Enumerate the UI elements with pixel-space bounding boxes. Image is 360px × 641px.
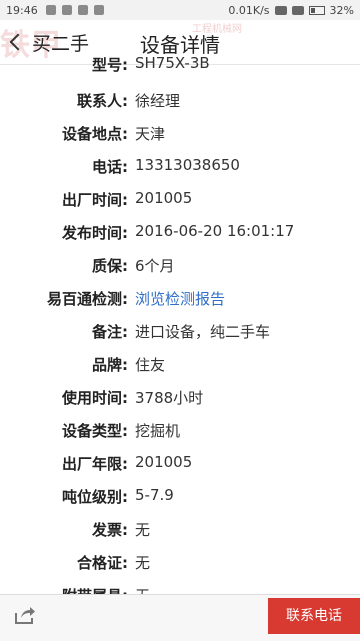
detail-label: 易百通检测:: [47, 290, 128, 308]
battery-percent: 32%: [329, 3, 354, 17]
detail-row: 质保: 6个月: [0, 249, 360, 282]
detail-row: 出厂时间: 201005: [0, 183, 360, 216]
detail-list: 型号: SH75X-3B 联系人: 徐经理 设备地点: 天津 电话: 13313…: [0, 54, 360, 612]
notification-icons: [45, 5, 104, 15]
detail-row: 型号: SH75X-3B: [0, 54, 360, 84]
detail-label: 型号:: [92, 56, 128, 74]
detail-row: 吨位级别: 5-7.9: [0, 480, 360, 513]
detail-label: 使用时间:: [62, 389, 128, 407]
detail-label: 电话:: [92, 158, 128, 176]
app-notification-icon: [45, 5, 56, 15]
detail-value: 201005: [135, 453, 193, 471]
detail-label: 设备类型:: [62, 422, 128, 440]
detail-label: 品牌:: [92, 356, 128, 374]
detail-label: 吨位级别:: [62, 488, 128, 506]
detail-value: 3788小时: [135, 389, 204, 407]
wifi-icon: [274, 5, 287, 15]
detail-label: 备注:: [92, 323, 128, 341]
detail-row: 使用时间: 3788小时: [0, 381, 360, 414]
detail-row: 备注: 进口设备，纯二手车: [0, 315, 360, 348]
detail-row: 设备类型: 挖掘机: [0, 414, 360, 447]
detail-value: 天津: [135, 125, 166, 143]
detail-row: 发布时间: 2016-06-20 16:01:17: [0, 216, 360, 249]
app-notification-icon: [77, 5, 88, 15]
detail-label: 质保:: [92, 257, 128, 275]
detail-row: 合格证: 无: [0, 546, 360, 579]
detail-row: 设备地点: 天津: [0, 117, 360, 150]
network-speed: 0.01K/s: [228, 3, 270, 17]
status-time: 19:46: [6, 3, 38, 17]
detail-label: 合格证:: [77, 554, 128, 572]
detail-label: 联系人:: [77, 92, 128, 110]
phone-value[interactable]: 13313038650: [135, 156, 240, 174]
detail-value: SH75X-3B: [135, 54, 210, 72]
detail-label: 出厂时间:: [62, 191, 128, 209]
status-right: 0.01K/s 32%: [228, 4, 354, 17]
detail-value: 6个月: [135, 257, 175, 275]
detail-row: 易百通检测: 浏览检测报告: [0, 282, 360, 315]
detail-row: 联系人: 徐经理: [0, 84, 360, 117]
detail-label: 设备地点:: [62, 125, 128, 143]
app-notification-icon: [93, 5, 104, 15]
signal-icon: [291, 5, 304, 15]
detail-row: 出厂年限: 201005: [0, 447, 360, 480]
detail-value: 无: [135, 554, 151, 572]
detail-row: 发票: 无: [0, 513, 360, 546]
app-notification-icon: [61, 5, 72, 15]
contact-phone-button[interactable]: 联系电话: [268, 598, 360, 634]
detail-value: 201005: [135, 189, 193, 207]
detail-value: 2016-06-20 16:01:17: [135, 222, 295, 240]
detail-label: 出厂年限:: [62, 455, 128, 473]
share-icon[interactable]: [14, 605, 36, 625]
battery-icon: [308, 5, 325, 15]
detail-value: 无: [135, 521, 151, 539]
detail-row: 电话: 13313038650: [0, 150, 360, 183]
detail-value: 挖掘机: [135, 422, 181, 440]
detail-value: 徐经理: [135, 92, 181, 110]
detail-label: 发票:: [92, 521, 128, 539]
detail-row: 品牌: 住友: [0, 348, 360, 381]
detail-value: 住友: [135, 356, 166, 374]
detail-value: 5-7.9: [135, 486, 174, 504]
bottom-bar: 联系电话: [0, 594, 360, 641]
inspection-report-link[interactable]: 浏览检测报告: [135, 288, 225, 309]
status-bar: 19:46 0.01K/s 32%: [0, 0, 360, 20]
detail-value: 进口设备，纯二手车: [135, 323, 271, 341]
detail-label: 发布时间:: [62, 224, 128, 242]
